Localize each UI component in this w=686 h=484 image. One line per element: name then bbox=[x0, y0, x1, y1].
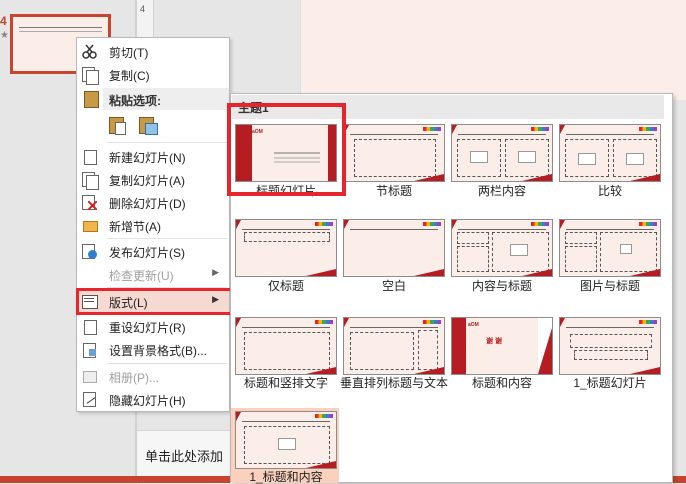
menu-label: 隐藏幻灯片(H) bbox=[109, 394, 186, 408]
layout-tile-title-vertical-text[interactable] bbox=[235, 317, 337, 375]
menu-item-add-section[interactable]: 新增节(A) bbox=[77, 214, 229, 237]
layout-label: 内容与标题 bbox=[471, 279, 532, 293]
highlight-box-title-slide bbox=[227, 103, 346, 196]
layout-tile-picture-with-caption[interactable] bbox=[559, 219, 661, 277]
context-menu: 剪切(T) 复制(C) 粘贴选项: 新建幻灯片(N) 复制幻灯片(A) 删除幻灯… bbox=[76, 37, 230, 412]
menu-label: 发布幻灯片(S) bbox=[109, 246, 185, 260]
thank-you-text: 谢 谢 bbox=[486, 338, 502, 345]
slide-editing-area[interactable] bbox=[300, 0, 686, 100]
layout-label: 垂直排列标题与文本 bbox=[340, 376, 449, 390]
picture-icon bbox=[145, 123, 158, 135]
menu-item-cut[interactable]: 剪切(T) bbox=[77, 40, 229, 63]
chevron-right-icon: ▶ bbox=[212, 267, 219, 277]
menu-item-format-background[interactable]: 设置背景格式(B)... bbox=[77, 338, 229, 361]
menu-label: 新建幻灯片(N) bbox=[109, 151, 186, 165]
layout-label: 图片与标题 bbox=[579, 279, 640, 293]
notes-placeholder: 单击此处添加 bbox=[145, 449, 224, 464]
menu-label: 设置背景格式(B)... bbox=[109, 344, 207, 358]
format-background-icon bbox=[81, 341, 98, 358]
menu-label: 剪切(T) bbox=[109, 46, 149, 60]
publish-icon bbox=[81, 243, 98, 260]
menu-label: 复制(C) bbox=[109, 69, 150, 83]
menu-label: 复制幻灯片(A) bbox=[109, 174, 185, 188]
duplicate-slide-icon bbox=[81, 171, 99, 190]
paste-icon bbox=[82, 90, 99, 108]
layout-label: 仅标题 bbox=[267, 279, 304, 293]
hide-slide-icon bbox=[81, 391, 98, 408]
reset-slide-icon bbox=[81, 318, 98, 335]
layout-tile-title-and-content[interactable]: 谢 谢 aOM bbox=[451, 317, 553, 375]
layout-label: 标题和内容 bbox=[471, 376, 532, 390]
logo-text: aOM bbox=[468, 322, 479, 328]
paste-as-picture-button[interactable] bbox=[137, 114, 159, 138]
layout-tile-1-title-and-content[interactable] bbox=[235, 411, 337, 469]
ruler-mark: 4 bbox=[140, 4, 146, 14]
menu-item-publish-slides[interactable]: 发布幻灯片(S) bbox=[77, 240, 229, 263]
layout-tile-content-with-caption[interactable] bbox=[451, 219, 553, 277]
scissors-icon bbox=[81, 43, 98, 60]
layout-label: 两栏内容 bbox=[477, 184, 526, 198]
layout-label: 1_标题幻灯片 bbox=[573, 376, 647, 390]
layout-tile-1-title-slide[interactable] bbox=[559, 317, 661, 375]
new-slide-icon bbox=[81, 148, 98, 165]
paste-header-label: 粘贴选项: bbox=[109, 94, 161, 108]
layout-tile-section-header[interactable] bbox=[343, 124, 445, 182]
paste-keep-format-button[interactable] bbox=[107, 114, 129, 138]
layout-tile-vertical-title-text[interactable] bbox=[343, 317, 445, 375]
layout-label: 空白 bbox=[381, 279, 406, 293]
paste-options-header: 粘贴选项: bbox=[103, 88, 229, 110]
menu-item-delete-slide[interactable]: 删除幻灯片(D) bbox=[77, 191, 229, 214]
menu-item-reset-slide[interactable]: 重设幻灯片(R) bbox=[77, 315, 229, 338]
layout-tile-title-only[interactable] bbox=[235, 219, 337, 277]
menu-label: 删除幻灯片(D) bbox=[109, 197, 186, 211]
layout-tile-comparison[interactable] bbox=[559, 124, 661, 182]
menu-item-check-updates: 检查更新(U) ▶ bbox=[77, 263, 229, 286]
menu-item-copy[interactable]: 复制(C) bbox=[77, 63, 229, 86]
highlight-box-layout-menu bbox=[76, 288, 236, 315]
menu-item-photo-album: 相册(P)... bbox=[77, 365, 229, 388]
layout-label: 标题和竖排文字 bbox=[243, 376, 328, 390]
menu-label: 重设幻灯片(R) bbox=[109, 321, 186, 335]
delete-slide-icon bbox=[81, 194, 98, 211]
menu-item-hide-slide[interactable]: 隐藏幻灯片(H) bbox=[77, 388, 229, 411]
slide-number: 4 bbox=[0, 14, 7, 28]
copy-icon bbox=[81, 66, 99, 85]
star-icon: ★ bbox=[0, 30, 9, 41]
menu-item-new-slide[interactable]: 新建幻灯片(N) bbox=[77, 145, 229, 168]
layout-tile-blank[interactable] bbox=[343, 219, 445, 277]
layout-label: 1_标题和内容 bbox=[249, 470, 323, 484]
layout-label: 节标题 bbox=[375, 184, 412, 198]
layout-tile-two-content[interactable] bbox=[451, 124, 553, 182]
section-icon bbox=[81, 217, 98, 234]
menu-label: 新增节(A) bbox=[109, 220, 161, 234]
menu-label: 检查更新(U) bbox=[109, 269, 174, 283]
layout-label: 比较 bbox=[597, 184, 622, 198]
photo-album-icon bbox=[81, 368, 98, 385]
menu-item-duplicate-slide[interactable]: 复制幻灯片(A) bbox=[77, 168, 229, 191]
menu-label: 相册(P)... bbox=[109, 371, 159, 385]
